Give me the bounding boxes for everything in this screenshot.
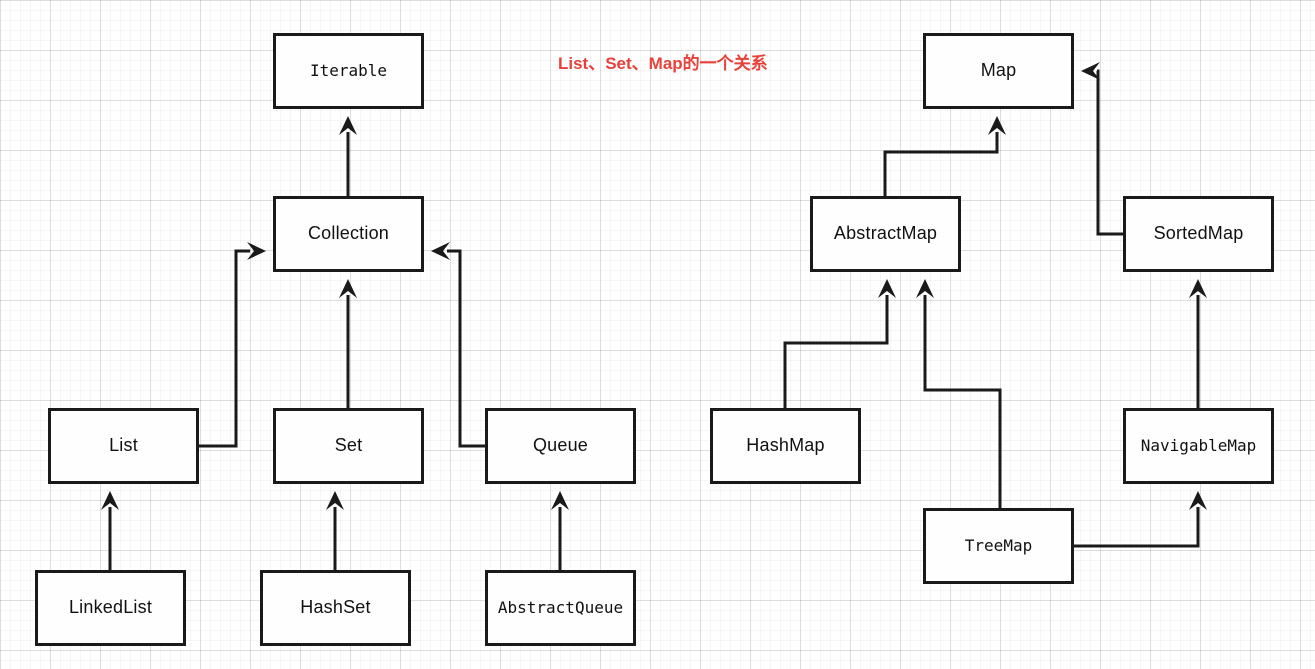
arrowhead-set-to-collection [339,279,357,298]
node-label: NavigableMap [1140,436,1257,456]
arrowhead-treemap-to-navigablemap [1189,491,1207,510]
node-label: List [109,435,138,456]
node-linkedlist[interactable]: LinkedList [35,570,186,646]
node-label: HashMap [746,435,825,456]
node-treemap[interactable]: TreeMap [923,508,1074,584]
edge-treemap-to-navigablemap [1074,507,1200,548]
arrowhead-treemap-to-abstractmap [916,279,934,298]
node-navigablemap[interactable]: NavigableMap [1123,408,1274,484]
diagram-title: List、Set、Map的一个关系 [558,54,768,73]
arrowhead-abstractqueue-to-queue [551,491,569,510]
node-set[interactable]: Set [273,408,424,484]
arrowhead-hashmap-to-abstractmap [878,279,896,298]
node-label: AbstractMap [833,223,938,244]
edge-layer [101,62,1207,570]
node-label: AbstractQueue [497,598,624,618]
diagram-canvas: Iterable Collection List Set Queue LinkedList… [0,0,1315,669]
node-list[interactable]: List [48,408,199,484]
node-abstractqueue[interactable]: AbstractQueue [485,570,636,646]
node-label: Set [334,435,363,456]
edge-list-to-collection [199,249,250,448]
node-label: Queue [532,435,589,456]
node-label: TreeMap [964,536,1033,556]
node-queue[interactable]: Queue [485,408,636,484]
node-collection[interactable]: Collection [273,196,424,272]
arrowhead-queue-to-collection [431,242,450,260]
arrowhead-collection-to-iterable [339,116,357,135]
edge-queue-to-collection [447,249,485,448]
arrowhead-navigablemap-to-sortedmap [1189,279,1207,298]
arrowhead-list-to-collection [247,242,266,260]
arrowhead-hashset-to-set [326,491,344,510]
edge-hashmap-to-abstractmap [783,295,889,408]
node-label: SortedMap [1153,223,1244,244]
node-map[interactable]: Map [923,33,1074,109]
node-hashset[interactable]: HashSet [260,570,411,646]
edge-abstractmap-to-map [883,132,999,196]
node-sortedmap[interactable]: SortedMap [1123,196,1274,272]
arrowhead-sortedmap-to-map [1081,62,1100,80]
node-abstractmap[interactable]: AbstractMap [810,196,961,272]
arrowhead-linkedlist-to-list [101,491,119,510]
node-hashmap[interactable]: HashMap [710,408,861,484]
node-label: HashSet [300,597,371,618]
node-label: Iterable [309,61,388,81]
node-iterable[interactable]: Iterable [273,33,424,109]
node-label: LinkedList [68,597,153,618]
node-label: Collection [307,223,390,244]
node-label: Map [980,60,1017,81]
edge-sortedmap-to-map [1096,69,1123,236]
edge-treemap-to-abstractmap [923,295,1002,508]
arrowhead-abstractmap-to-map [988,116,1006,135]
